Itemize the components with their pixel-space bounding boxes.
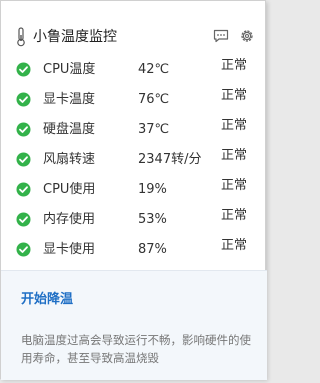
metric-value: 87% bbox=[138, 242, 167, 257]
check-circle-icon bbox=[16, 242, 31, 257]
start-cooling-link[interactable]: 开始降温 bbox=[21, 291, 73, 309]
thermometer-icon bbox=[17, 27, 25, 47]
check-circle-icon bbox=[16, 92, 31, 107]
metric-status: 正常 bbox=[221, 58, 248, 73]
metric-row-gpu-usage: 显卡使用 87% 正常 bbox=[1, 238, 267, 261]
check-circle-icon bbox=[16, 152, 31, 167]
metric-value: 2347转/分 bbox=[138, 152, 202, 167]
metric-row-cpu-usage: CPU使用 19% 正常 bbox=[1, 178, 267, 201]
metric-status: 正常 bbox=[221, 178, 248, 193]
metric-label: 显卡温度 bbox=[43, 92, 96, 107]
footer-section: 开始降温 电脑温度过高会导致运行不畅，影响硬件的使用寿命，甚至导致高温烧毁 bbox=[1, 270, 267, 380]
metric-label: 内存使用 bbox=[43, 212, 96, 227]
metric-row-fan-speed: 风扇转速 2347转/分 正常 bbox=[1, 148, 267, 171]
metric-row-cpu-temp: CPU温度 42℃ 正常 bbox=[1, 58, 267, 81]
check-circle-icon bbox=[16, 212, 31, 227]
panel-header: 小鲁温度监控 bbox=[1, 21, 267, 51]
metric-label: 显卡使用 bbox=[43, 242, 96, 257]
metric-label: CPU温度 bbox=[43, 62, 96, 77]
metric-row-gpu-temp: 显卡温度 76℃ 正常 bbox=[1, 88, 267, 111]
check-circle-icon bbox=[16, 122, 31, 137]
chat-icon[interactable] bbox=[213, 29, 229, 43]
metric-value: 76℃ bbox=[138, 92, 170, 107]
metric-label: 硬盘温度 bbox=[43, 122, 96, 137]
metric-value: 19% bbox=[138, 182, 167, 197]
metric-row-disk-temp: 硬盘温度 37℃ 正常 bbox=[1, 118, 267, 141]
metric-value: 53% bbox=[138, 212, 167, 227]
app-title: 小鲁温度监控 bbox=[33, 29, 117, 45]
metric-value: 42℃ bbox=[138, 62, 170, 77]
metric-label: CPU使用 bbox=[43, 182, 96, 197]
metric-value: 37℃ bbox=[138, 122, 170, 137]
metric-label: 风扇转速 bbox=[43, 152, 96, 167]
metric-status: 正常 bbox=[221, 208, 248, 223]
check-circle-icon bbox=[16, 182, 31, 197]
gear-icon[interactable] bbox=[239, 28, 255, 44]
check-circle-icon bbox=[16, 62, 31, 77]
metric-status: 正常 bbox=[221, 148, 248, 163]
metric-status: 正常 bbox=[221, 88, 248, 103]
temperature-monitor-panel: 小鲁温度监控 CPU温度 42℃ 正常 显卡温度 76℃ 正常 硬盘温度 37℃… bbox=[0, 0, 267, 380]
metric-row-memory-usage: 内存使用 53% 正常 bbox=[1, 208, 267, 231]
warning-text: 电脑温度过高会导致运行不畅，影响硬件的使用寿命，甚至导致高温烧毁 bbox=[21, 333, 251, 365]
metric-status: 正常 bbox=[221, 118, 248, 133]
metric-status: 正常 bbox=[221, 238, 248, 253]
